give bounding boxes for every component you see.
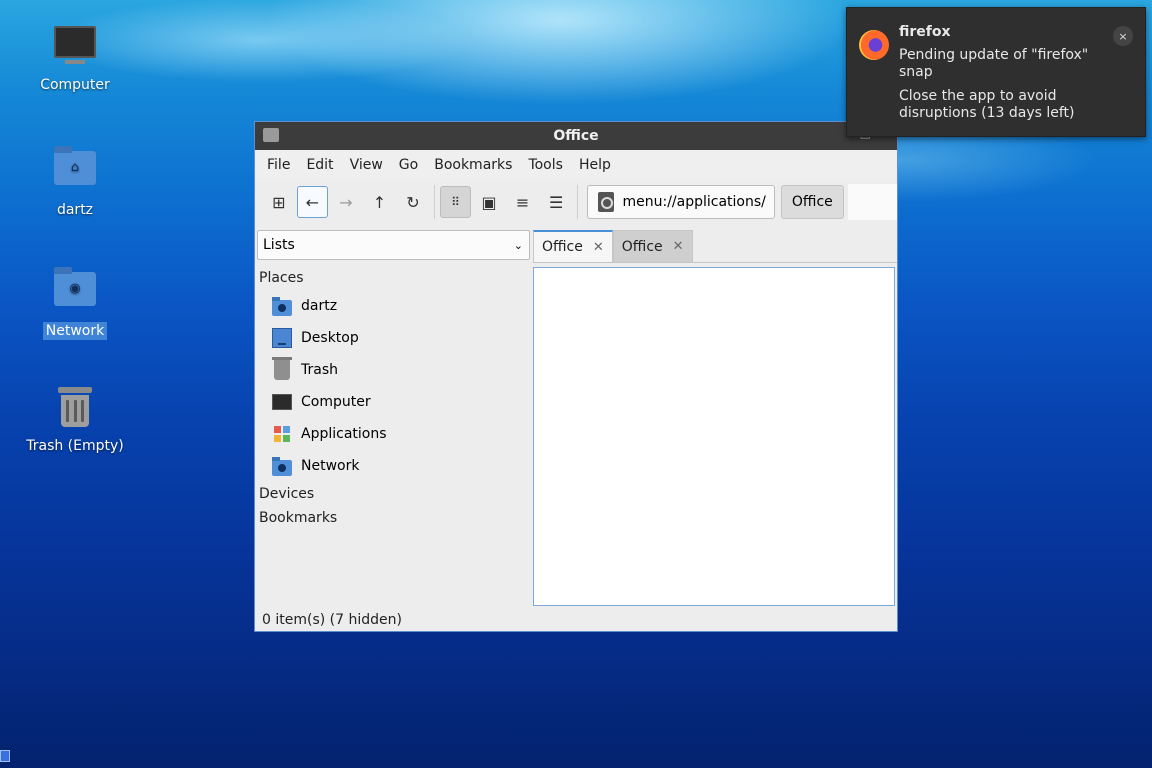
desktop-icon-network[interactable]: ◉ Network xyxy=(20,264,130,340)
location-bar[interactable]: menu://applications/ xyxy=(586,185,775,219)
menu-go[interactable]: Go xyxy=(391,153,426,177)
icon-view-button[interactable]: ⠿ xyxy=(439,186,472,218)
reload-button[interactable]: ↻ xyxy=(397,186,429,218)
menubar: File Edit View Go Bookmarks Tools Help xyxy=(255,150,897,180)
computer-icon xyxy=(53,26,97,70)
grid-icon: ⠿ xyxy=(451,195,460,209)
desktop-icon-computer[interactable]: Computer xyxy=(20,20,130,94)
trash-icon xyxy=(272,357,292,380)
menu-tools[interactable]: Tools xyxy=(520,153,571,177)
toolbar-separator xyxy=(576,185,578,219)
toolbar: ⊞ ← → ↑ ↻ ⠿ ▣ ≡ ☰ menu://applications/ O… xyxy=(255,180,898,224)
sidebar-item-computer[interactable]: Computer xyxy=(255,386,530,418)
bookmarks-heading[interactable]: Bookmarks xyxy=(255,506,530,530)
devices-heading[interactable]: Devices xyxy=(255,482,530,506)
location-icon xyxy=(597,192,614,212)
computer-icon xyxy=(272,394,292,410)
thumbnail-view-button[interactable]: ▣ xyxy=(473,186,505,218)
arrow-right-icon: → xyxy=(339,192,353,212)
sidebar-item-label: dartz xyxy=(301,298,338,314)
arrow-left-icon: ← xyxy=(305,192,320,212)
tab-office-1[interactable]: Office ✕ xyxy=(533,230,613,262)
menu-file[interactable]: File xyxy=(259,153,298,177)
window-title: Office xyxy=(553,128,599,144)
desktop-icon-label: Computer xyxy=(40,77,110,93)
sidebar-item-trash[interactable]: Trash xyxy=(255,354,530,386)
menu-bookmarks[interactable]: Bookmarks xyxy=(426,153,520,177)
window-titlebar[interactable]: Office – □ ✕ xyxy=(255,122,897,150)
side-panel: Places dartz Desktop Trash Computer Appl… xyxy=(255,266,530,609)
detail-list-icon: ☰ xyxy=(548,192,564,212)
file-view[interactable] xyxy=(533,267,895,606)
close-tab-icon[interactable]: ✕ xyxy=(673,239,684,254)
up-button[interactable]: ↑ xyxy=(364,186,396,218)
new-tab-icon: ⊞ xyxy=(272,192,286,212)
tab-label: Office xyxy=(621,238,663,255)
menu-view[interactable]: View xyxy=(342,153,391,177)
detail-view-button[interactable]: ☰ xyxy=(540,186,572,218)
menu-edit[interactable]: Edit xyxy=(298,153,341,177)
corner-indicator-icon xyxy=(0,750,10,762)
network-folder-icon: ◉ xyxy=(53,267,97,316)
new-tab-button[interactable]: ⊞ xyxy=(263,186,295,218)
compact-view-button[interactable]: ≡ xyxy=(507,186,539,218)
side-pane-mode-value: Lists xyxy=(263,237,295,253)
applications-icon xyxy=(272,424,292,444)
breadcrumb-area xyxy=(847,184,898,220)
menu-help[interactable]: Help xyxy=(571,153,619,177)
home-folder-icon: ⌂ xyxy=(53,146,97,195)
side-pane-mode-select[interactable]: Lists ⌄ xyxy=(257,230,530,260)
list-icon: ≡ xyxy=(515,192,530,212)
desktop-icon-label: dartz xyxy=(56,202,94,218)
close-notification-button[interactable]: × xyxy=(1113,26,1133,46)
status-text: 0 item(s) (7 hidden) xyxy=(262,612,402,628)
reload-icon: ↻ xyxy=(406,192,420,212)
home-folder-icon xyxy=(272,297,292,316)
sidebar-item-label: Network xyxy=(301,458,360,474)
breadcrumb-button[interactable]: Office xyxy=(780,185,844,219)
tab-label: Office xyxy=(542,239,583,255)
image-icon: ▣ xyxy=(481,192,497,212)
forward-button[interactable]: → xyxy=(330,186,362,218)
file-manager-window: Office – □ ✕ File Edit View Go Bookmarks… xyxy=(254,121,898,632)
trash-icon xyxy=(53,387,97,431)
location-text: menu://applications/ xyxy=(622,194,766,210)
desktop-icon xyxy=(272,328,292,348)
places-heading[interactable]: Places xyxy=(255,266,530,290)
notification-popup[interactable]: firefox Pending update of "firefox" snap… xyxy=(846,7,1146,137)
notification-detail: Close the app to avoid disruptions (13 d… xyxy=(899,88,1075,121)
sidebar-item-label: Trash xyxy=(301,362,338,378)
chevron-down-icon: ⌄ xyxy=(513,238,523,252)
tab-divider xyxy=(533,262,897,263)
sidebar-item-desktop[interactable]: Desktop xyxy=(255,322,530,354)
folder-icon xyxy=(263,128,279,142)
sidebar-item-applications[interactable]: Applications xyxy=(255,418,530,450)
content-area: Lists ⌄ Places dartz Desktop Trash Compu… xyxy=(255,226,897,609)
arrow-up-icon: ↑ xyxy=(372,192,387,212)
close-tab-icon[interactable]: ✕ xyxy=(593,240,604,255)
back-button[interactable]: ← xyxy=(296,186,329,218)
sidebar-item-label: Desktop xyxy=(301,330,359,346)
network-folder-icon xyxy=(272,457,292,476)
toolbar-separator xyxy=(433,185,435,219)
desktop-icon-label: Trash (Empty) xyxy=(26,438,124,454)
sidebar-item-network[interactable]: Network xyxy=(255,450,530,482)
desktop-icon-label: Network xyxy=(42,322,108,340)
desktop-icon-home[interactable]: ⌂ dartz xyxy=(20,143,130,219)
firefox-icon xyxy=(859,30,889,60)
tab-office-2[interactable]: Office ✕ xyxy=(612,230,693,262)
sidebar-item-home[interactable]: dartz xyxy=(255,290,530,322)
notification-body: Pending update of "firefox" snap xyxy=(899,47,1089,80)
desktop-icon-trash[interactable]: Trash (Empty) xyxy=(20,385,130,455)
sidebar-item-label: Computer xyxy=(301,394,371,410)
tab-bar: Office ✕ Office ✕ xyxy=(533,230,693,262)
sidebar-item-label: Applications xyxy=(301,426,387,442)
status-bar: 0 item(s) (7 hidden) xyxy=(255,609,897,631)
notification-title: firefox xyxy=(899,24,951,40)
